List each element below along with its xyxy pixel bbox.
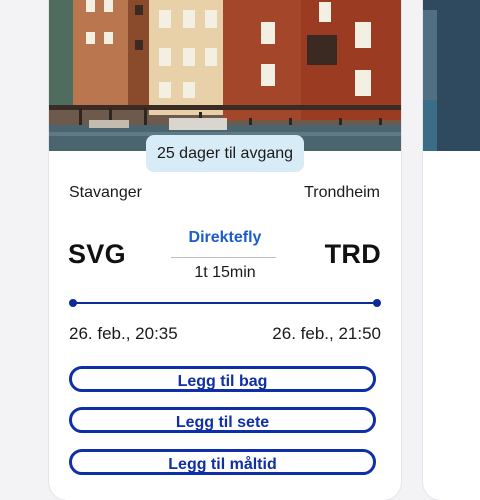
- add-seat-button[interactable]: Legg til sete: [69, 407, 376, 433]
- next-trip-card[interactable]: [423, 0, 480, 500]
- route-end-dot: [373, 299, 381, 307]
- flight-type-label: Direktefly: [188, 229, 262, 246]
- departure-countdown-badge: 25 dager til avgang: [146, 135, 304, 172]
- flight-duration: 1t 15min: [194, 264, 256, 281]
- destination-photo: [49, 0, 401, 151]
- trip-card[interactable]: 25 dager til avgang Stavanger Trondheim …: [49, 0, 401, 500]
- departure-time: 26. feb., 20:35: [69, 324, 178, 343]
- route-start-dot: [69, 299, 77, 307]
- origin-city: Stavanger: [69, 184, 142, 201]
- destination-city: Trondheim: [304, 184, 380, 201]
- flight-type-divider: [171, 257, 276, 258]
- next-trip-photo: [423, 0, 480, 151]
- arrival-time: 26. feb., 21:50: [272, 324, 381, 343]
- add-meal-button[interactable]: Legg til måltid: [69, 449, 376, 475]
- route-line: [72, 302, 377, 304]
- add-bag-button[interactable]: Legg til bag: [69, 366, 376, 392]
